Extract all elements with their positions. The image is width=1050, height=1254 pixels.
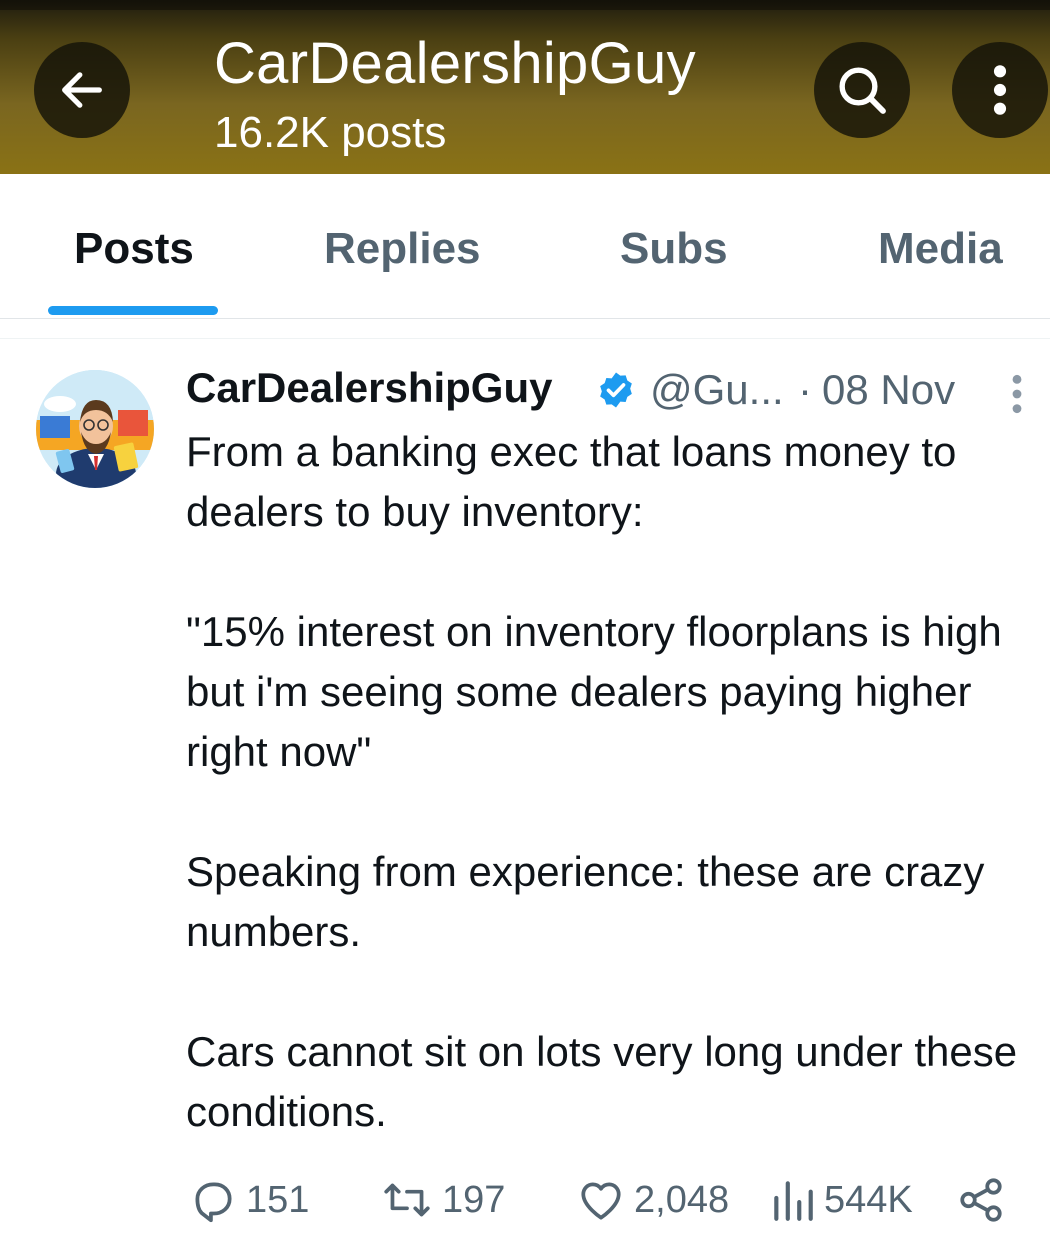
post-paragraph: Cars cannot sit on lots very long under …	[186, 1028, 1018, 1135]
search-button[interactable]	[814, 42, 910, 138]
repost-icon	[384, 1183, 430, 1217]
arrow-left-icon	[62, 72, 102, 108]
like-count: 2,048	[634, 1178, 730, 1221]
share-icon	[960, 1178, 1002, 1222]
avatar-illustration	[36, 370, 154, 488]
share-button[interactable]	[956, 1172, 1014, 1228]
profile-header: CarDealershipGuy 16.2K posts	[0, 0, 1050, 174]
reply-count: 151	[246, 1178, 310, 1221]
tab-media[interactable]: Media	[878, 224, 1003, 274]
verified-badge-icon	[600, 372, 632, 408]
meta-separator: ·	[798, 366, 812, 413]
post-date[interactable]: 08 Nov	[822, 366, 955, 414]
post-paragraph: "15% interest on inventory floorplans is…	[186, 608, 1002, 775]
back-button[interactable]	[34, 42, 130, 138]
avatar[interactable]	[36, 370, 154, 488]
heart-icon	[581, 1182, 621, 1220]
active-tab-indicator	[48, 306, 218, 315]
profile-tabs: Posts Replies Subs Media	[0, 174, 1050, 319]
more-vertical-icon	[993, 65, 1007, 115]
repost-button[interactable]: 197	[380, 1172, 505, 1228]
views-bar-chart-icon	[774, 1181, 813, 1221]
post-more-icon[interactable]	[1004, 372, 1030, 416]
post-body: From a banking exec that loans money to …	[186, 422, 1036, 1142]
like-button[interactable]: 2,048	[576, 1172, 729, 1228]
more-options-button[interactable]	[952, 42, 1048, 138]
post-count: 16.2K posts	[214, 108, 447, 157]
post-paragraph: Speaking from experience: these are craz…	[186, 848, 985, 955]
repost-count: 197	[442, 1178, 506, 1221]
views-count: 544K	[824, 1178, 913, 1221]
search-icon	[839, 67, 886, 114]
profile-title: CarDealershipGuy	[214, 31, 696, 96]
views-button[interactable]: 544K	[770, 1172, 913, 1228]
reply-button[interactable]: 151	[188, 1172, 309, 1228]
tab-replies[interactable]: Replies	[324, 224, 481, 274]
tab-posts[interactable]: Posts	[74, 224, 194, 274]
profile-screen: CarDealershipGuy 16.2K posts Posts Repli…	[0, 0, 1050, 1254]
author-handle[interactable]: @Gu...	[650, 366, 784, 414]
reply-icon	[195, 1182, 232, 1223]
tab-subs[interactable]: Subs	[620, 224, 728, 274]
author-name[interactable]: CarDealershipGuy	[186, 364, 552, 412]
divider	[0, 338, 1050, 339]
post-paragraph: From a banking exec that loans money to …	[186, 428, 957, 535]
